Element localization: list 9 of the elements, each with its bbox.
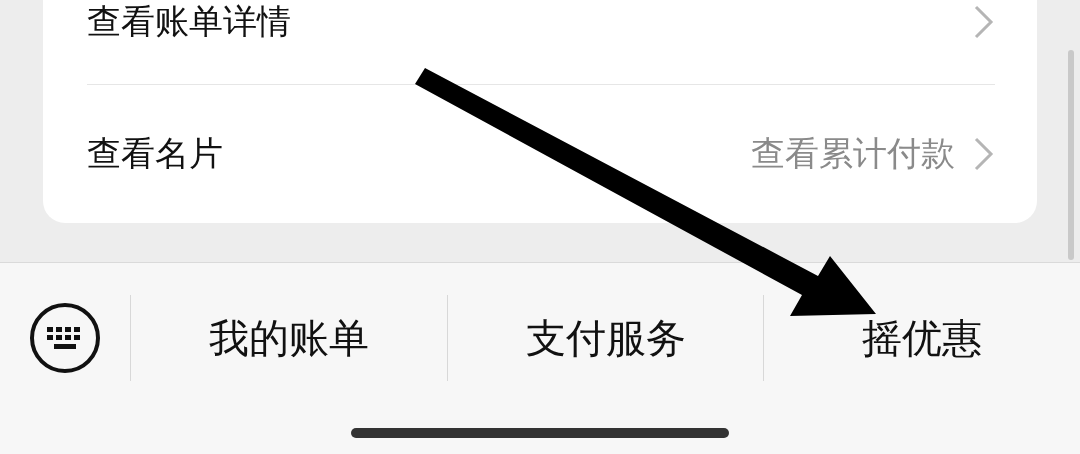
list-row[interactable]: 查看账单详情: [87, 0, 995, 84]
row-value: 查看累计付款: [751, 131, 955, 175]
row-label: 查看账单详情: [87, 0, 292, 43]
row-label: 查看名片: [87, 131, 224, 175]
menu-button[interactable]: 我的账单: [130, 295, 447, 381]
menu-button[interactable]: 支付服务: [446, 295, 764, 381]
chevron-icon: [973, 4, 995, 40]
keyboard-icon[interactable]: [29, 302, 101, 374]
chevron-icon: [973, 135, 995, 172]
